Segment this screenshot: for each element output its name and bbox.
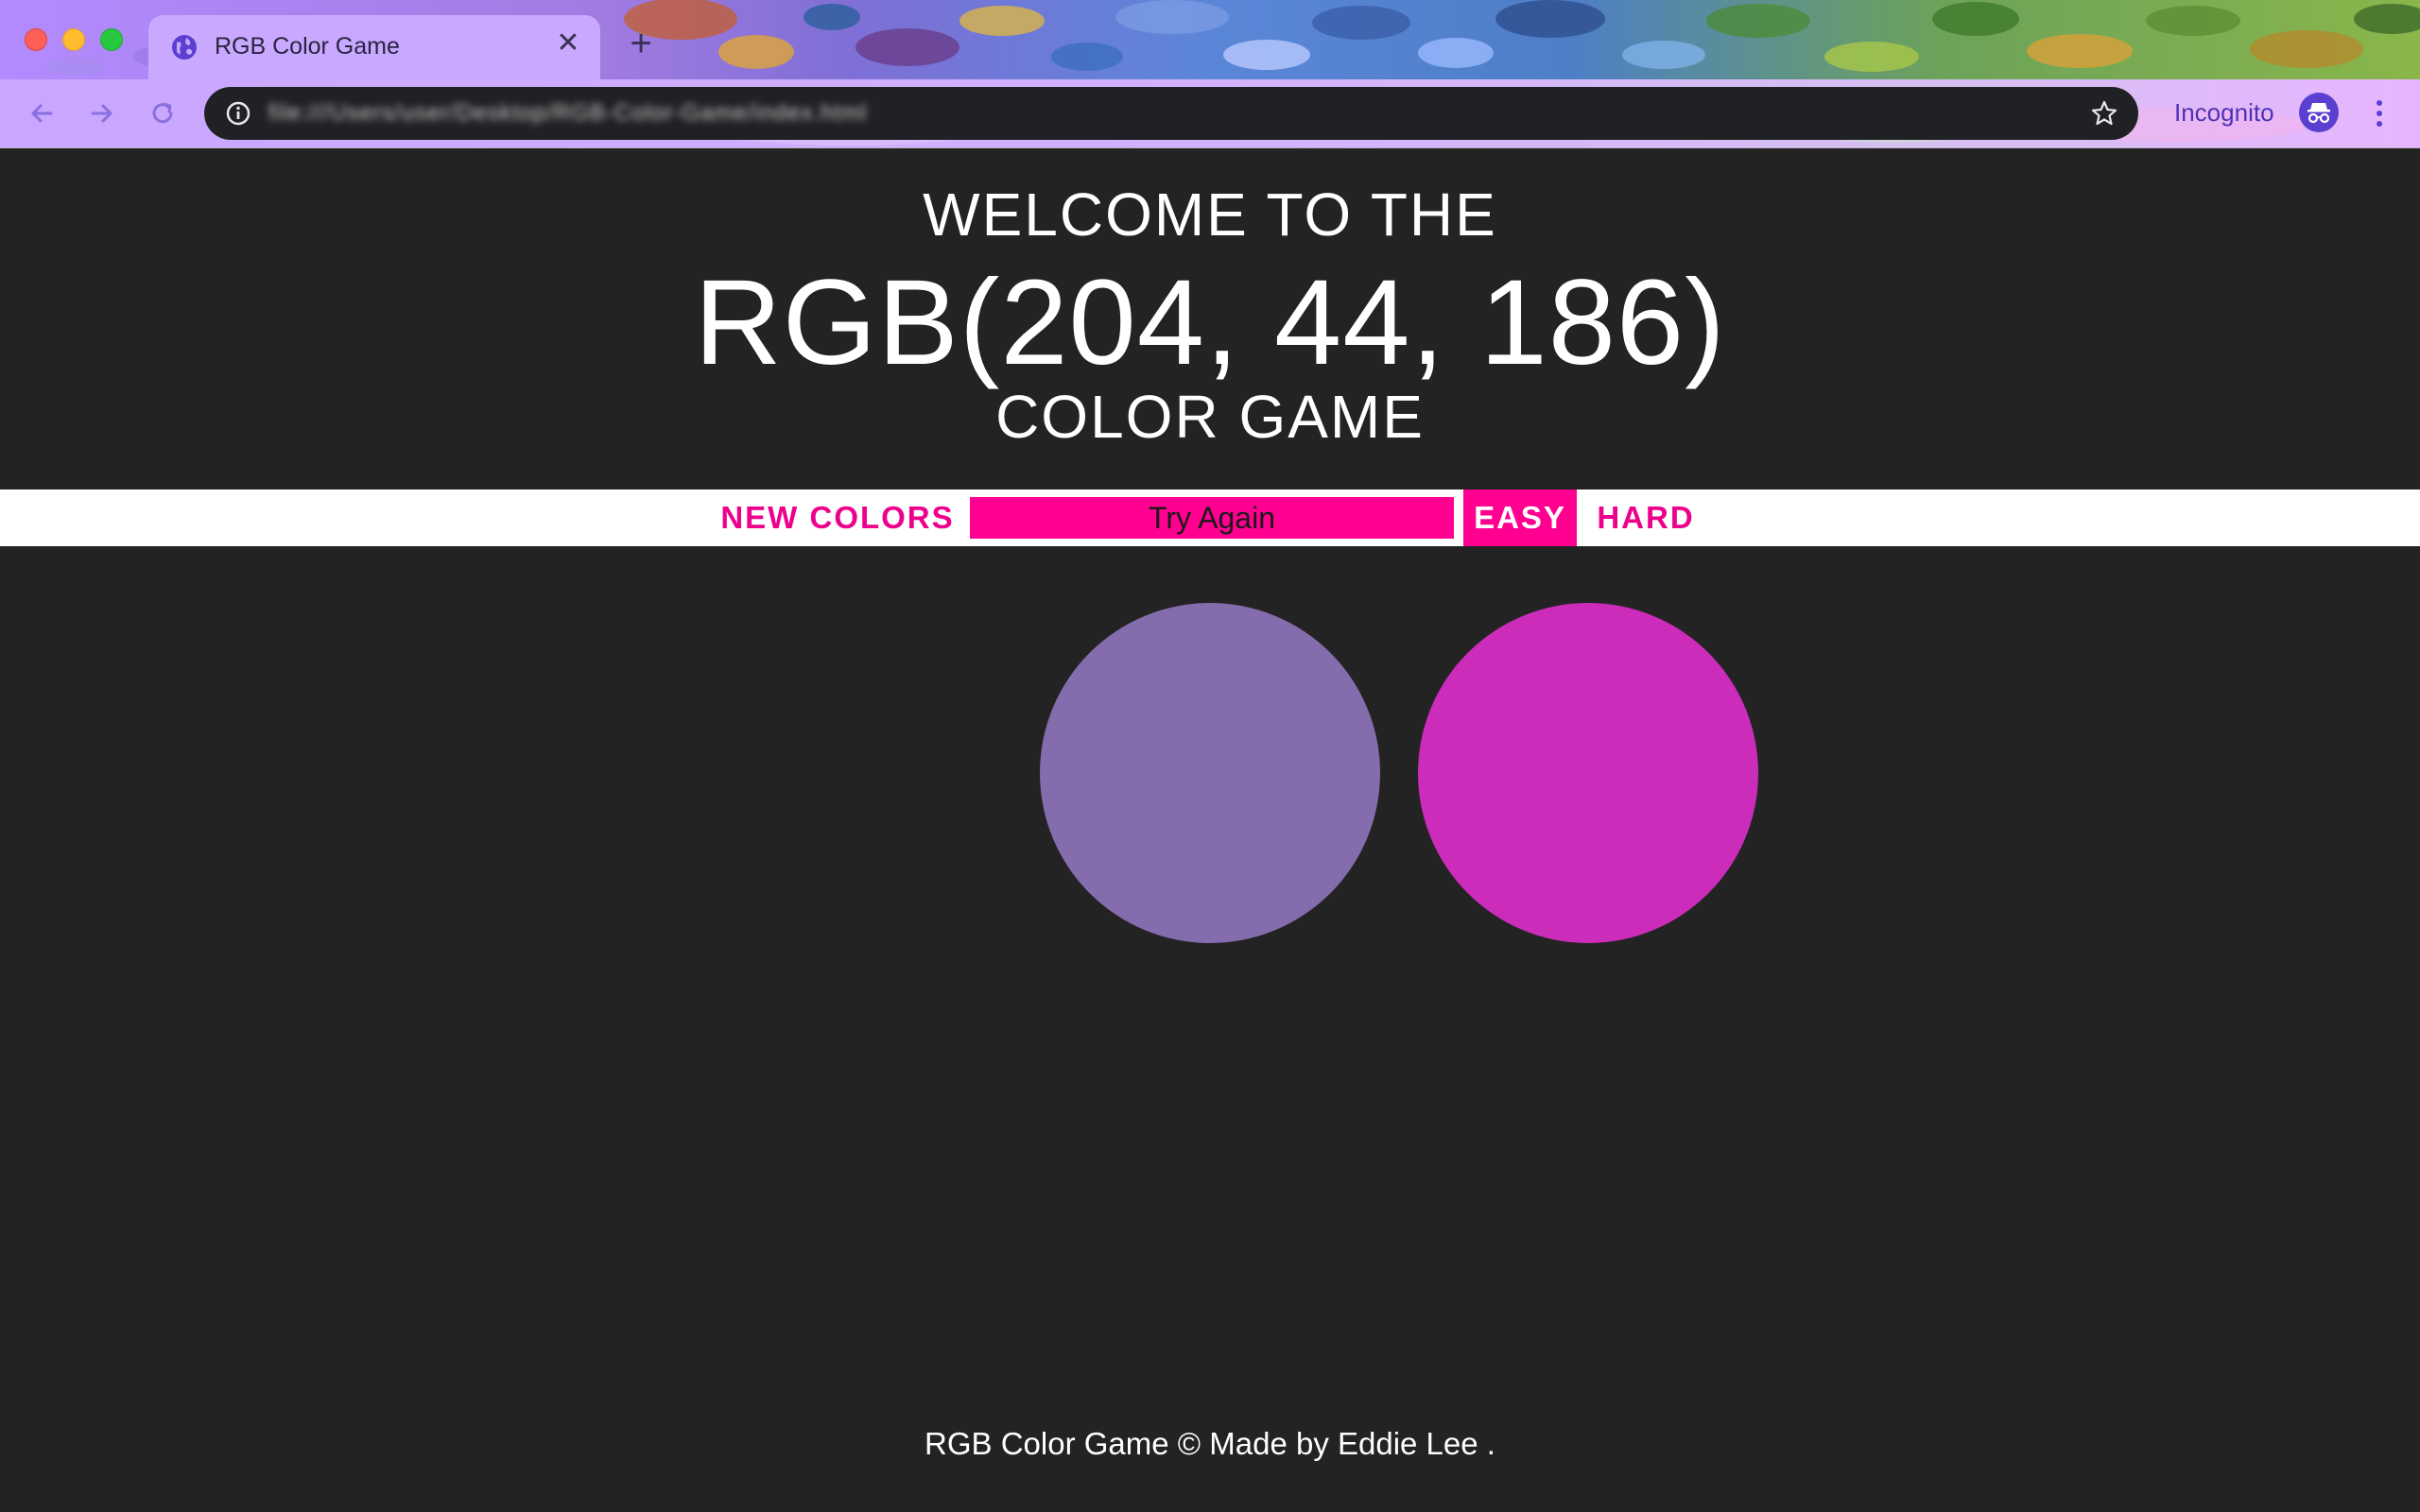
page-content: WELCOME TO THE RGB(204, 44, 186) COLOR G… xyxy=(0,149,2420,1512)
chrome-divider xyxy=(0,147,2420,148)
window-close-button[interactable] xyxy=(25,28,47,51)
browser-toolbar: file:///Users/user/Desktop/RGB-Color-Gam… xyxy=(0,79,2420,147)
browser-tab[interactable]: RGB Color Game ✕ xyxy=(148,15,600,79)
color-circle[interactable] xyxy=(1418,603,1758,943)
browser-chrome: RGB Color Game ✕ + file:///Users/user/De… xyxy=(0,0,2420,148)
hard-mode-button[interactable]: HARD xyxy=(1584,490,1707,546)
color-circle[interactable] xyxy=(1040,603,1380,943)
tab-close-icon[interactable]: ✕ xyxy=(553,28,583,59)
url-text: file:///Users/user/Desktop/RGB-Color-Gam… xyxy=(268,100,868,126)
globe-icon xyxy=(171,34,198,60)
footer-credit: RGB Color Game © Made by Eddie Lee . xyxy=(925,1426,1495,1461)
control-stripe: NEW COLORS Try Again EASY HARD xyxy=(0,490,2420,546)
arrow-left-icon[interactable] xyxy=(23,94,60,132)
easy-mode-button[interactable]: EASY xyxy=(1463,490,1577,546)
incognito-icon[interactable] xyxy=(2299,93,2339,132)
arrow-right-icon[interactable] xyxy=(83,94,121,132)
color-choices xyxy=(0,603,2420,943)
tab-title: RGB Color Game xyxy=(215,33,400,60)
header-color-game: COLOR GAME xyxy=(995,383,1425,451)
page-header: WELCOME TO THE RGB(204, 44, 186) COLOR G… xyxy=(0,149,2420,488)
target-rgb-display: RGB(204, 44, 186) xyxy=(694,255,1726,390)
header-welcome: WELCOME TO THE xyxy=(923,180,1497,249)
new-tab-button[interactable]: + xyxy=(624,25,658,62)
window-zoom-button[interactable] xyxy=(100,28,123,51)
status-message: Try Again xyxy=(970,497,1454,539)
star-icon[interactable] xyxy=(2089,98,2119,129)
info-icon[interactable] xyxy=(223,98,253,129)
window-minimize-button[interactable] xyxy=(62,28,85,51)
kebab-menu-icon[interactable] xyxy=(2365,94,2394,132)
new-colors-button[interactable]: NEW COLORS xyxy=(715,490,960,546)
address-bar[interactable]: file:///Users/user/Desktop/RGB-Color-Gam… xyxy=(204,87,2138,140)
reload-icon[interactable] xyxy=(144,94,182,132)
incognito-label[interactable]: Incognito xyxy=(2174,98,2274,128)
